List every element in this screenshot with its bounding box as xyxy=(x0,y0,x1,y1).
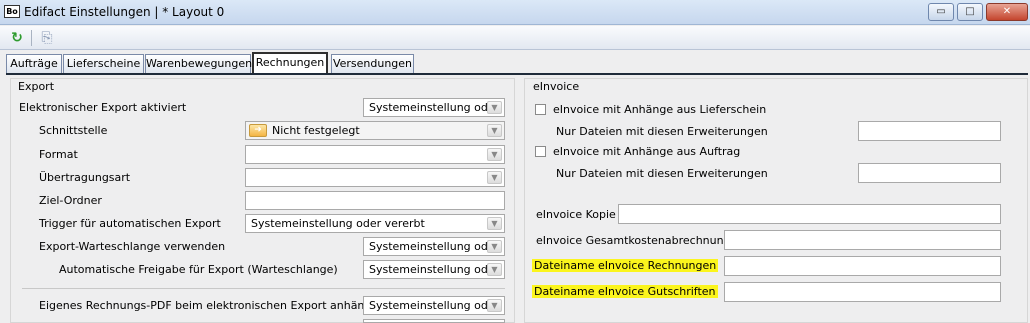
toolbar: ↻ ⎘ xyxy=(0,26,1030,50)
format-label: Format xyxy=(39,148,78,161)
uebertragungsart-label: Übertragungsart xyxy=(39,171,131,184)
app-icon: Bo xyxy=(4,5,20,18)
tab-strip: Aufträge Lieferscheine Warenbewegungen R… xyxy=(6,52,426,74)
section-divider xyxy=(22,288,505,289)
schnittstelle-value: Nicht festgelegt xyxy=(272,124,360,137)
dateiname-gutschriften-input[interactable] xyxy=(724,282,1001,302)
partial-select xyxy=(363,319,505,323)
anhang-auftrag-checkbox[interactable] xyxy=(535,146,546,157)
close-button[interactable]: ✕ xyxy=(986,3,1028,21)
toolbar-separator xyxy=(31,30,32,46)
erweiterungen-2-label: Nur Dateien mit diesen Erweiterungen xyxy=(556,167,768,180)
chevron-down-icon: ▼ xyxy=(487,217,502,230)
anhang-auftrag-label: eInvoice mit Anhänge aus Auftrag xyxy=(553,145,741,158)
chevron-down-icon: ▼ xyxy=(487,124,502,137)
tab-versendungen[interactable]: Versendungen xyxy=(331,54,414,74)
format-select[interactable]: ▼ xyxy=(245,145,505,164)
warteschlange-select[interactable]: Systemeinstellung oder ▼ xyxy=(363,237,505,256)
freigabe-label: Automatische Freigabe für Export (Wartes… xyxy=(59,263,338,276)
kopie-input[interactable] xyxy=(618,204,1001,224)
dateiname-rechnungen-text: Dateiname eInvoice Rechnungen xyxy=(532,259,719,272)
pdf-anhaengen-select[interactable]: Systemeinstellung oder ▼ xyxy=(363,296,505,315)
einvoice-group-title: eInvoice xyxy=(533,80,580,93)
elektronischer-export-value: Systemeinstellung oder xyxy=(369,101,500,114)
maximize-button[interactable]: □ xyxy=(957,3,983,21)
trigger-label: Trigger für automatischen Export xyxy=(39,217,221,230)
dateiname-rechnungen-input[interactable] xyxy=(724,256,1001,276)
warteschlange-value: Systemeinstellung oder xyxy=(369,240,500,253)
tab-auftraege[interactable]: Aufträge xyxy=(6,54,62,74)
chevron-down-icon: ▼ xyxy=(487,263,502,276)
erweiterungen-1-input[interactable] xyxy=(858,121,1001,141)
ziel-ordner-label: Ziel-Ordner xyxy=(39,194,102,207)
chevron-down-icon: ▼ xyxy=(487,240,502,253)
schnittstelle-label: Schnittstelle xyxy=(39,124,108,137)
dateiname-gutschriften-label: Dateiname eInvoice Gutschriften xyxy=(532,282,718,302)
pdf-anhaengen-value: Systemeinstellung oder xyxy=(369,299,500,312)
arrow-right-icon: ➜ xyxy=(249,124,267,137)
dateiname-gutschriften-text: Dateiname eInvoice Gutschriften xyxy=(532,285,718,298)
kopie-label: eInvoice Kopie xyxy=(536,208,616,221)
export-group-title: Export xyxy=(18,80,55,93)
erweiterungen-1-label: Nur Dateien mit diesen Erweiterungen xyxy=(556,125,768,138)
dateiname-rechnungen-label: Dateiname eInvoice Rechnungen xyxy=(532,256,719,276)
chevron-down-icon: ▼ xyxy=(487,148,502,161)
chevron-down-icon: ▼ xyxy=(487,101,502,114)
tab-lieferscheine[interactable]: Lieferscheine xyxy=(63,54,144,74)
pdf-anhaengen-label: Eigenes Rechnungs-PDF beim elektronische… xyxy=(39,299,386,312)
tab-underline xyxy=(6,73,1028,75)
elektronischer-export-select[interactable]: Systemeinstellung oder ▼ xyxy=(363,98,505,117)
copy-icon[interactable]: ⎘ xyxy=(38,29,56,47)
title-bar: Bo Edifact Einstellungen | * Layout 0 ▭ … xyxy=(0,0,1030,25)
erweiterungen-2-input[interactable] xyxy=(858,163,1001,183)
anhang-lieferschein-checkbox[interactable] xyxy=(535,104,546,115)
gesamtkosten-input[interactable] xyxy=(724,230,1001,250)
anhang-lieferschein-label: eInvoice mit Anhänge aus Lieferschein xyxy=(553,103,767,116)
minimize-button[interactable]: ▭ xyxy=(928,3,954,21)
freigabe-select[interactable]: Systemeinstellung oder ▼ xyxy=(363,260,505,279)
gesamtkosten-label: eInvoice Gesamtkostenabrechnung xyxy=(536,234,731,247)
trigger-value: Systemeinstellung oder vererbt xyxy=(251,217,425,230)
uebertragungsart-select[interactable]: ▼ xyxy=(245,168,505,187)
elektronischer-export-label: Elektronischer Export aktiviert xyxy=(19,101,187,114)
warteschlange-label: Export-Warteschlange verwenden xyxy=(39,240,226,253)
trigger-select[interactable]: Systemeinstellung oder vererbt ▼ xyxy=(245,214,505,233)
chevron-down-icon: ▼ xyxy=(487,299,502,312)
tab-rechnungen[interactable]: Rechnungen xyxy=(252,52,328,74)
refresh-icon[interactable]: ↻ xyxy=(8,29,26,47)
tab-warenbewegungen[interactable]: Warenbewegungen xyxy=(145,54,252,74)
freigabe-value: Systemeinstellung oder xyxy=(369,263,500,276)
ziel-ordner-input[interactable] xyxy=(245,191,505,210)
window-title: Edifact Einstellungen | * Layout 0 xyxy=(24,5,225,19)
schnittstelle-select[interactable]: ➜ Nicht festgelegt ▼ xyxy=(245,121,505,140)
chevron-down-icon: ▼ xyxy=(487,171,502,184)
